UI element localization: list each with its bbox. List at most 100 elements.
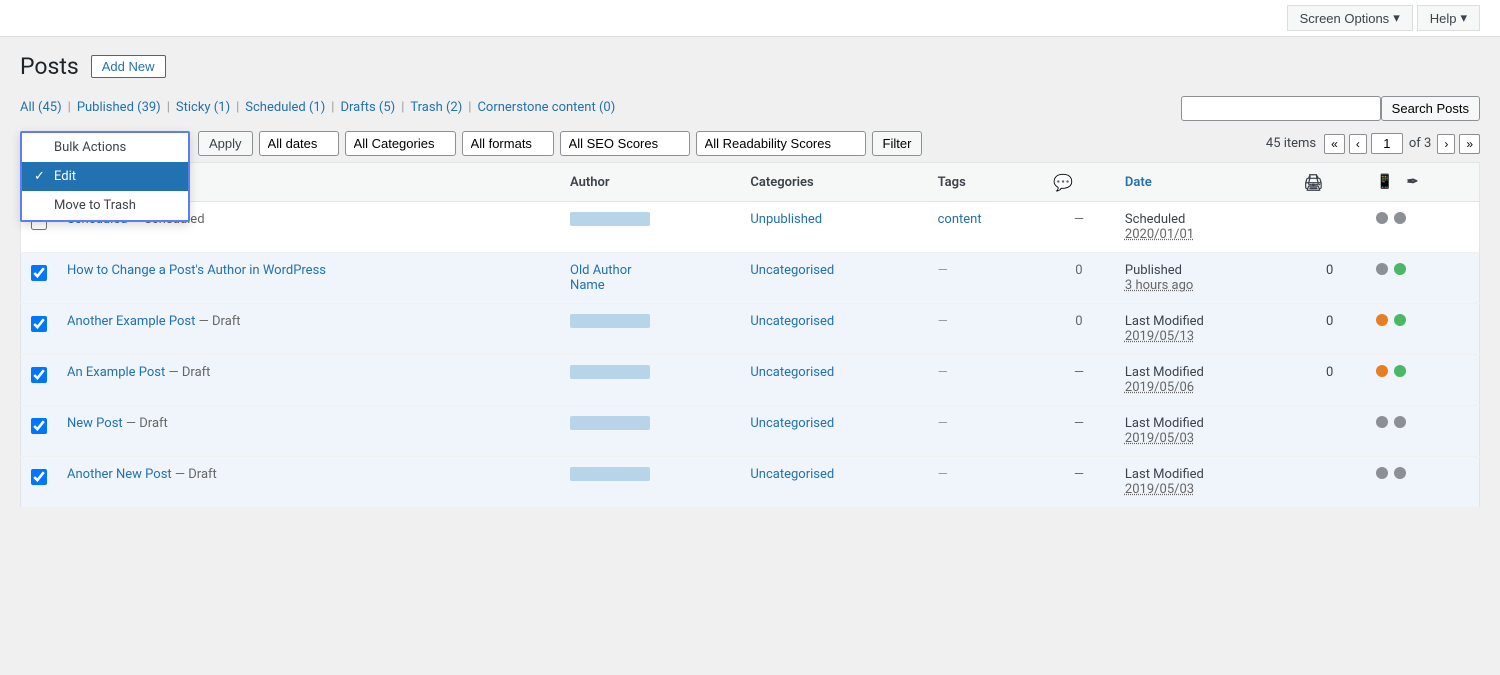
seo-icon: 🖨 bbox=[1303, 173, 1323, 192]
row-score-dots bbox=[1376, 365, 1469, 377]
category-link[interactable]: Uncategorised bbox=[750, 365, 834, 380]
last-page-button[interactable]: » bbox=[1459, 134, 1480, 154]
all-seo-select[interactable]: All SEO Scores bbox=[560, 131, 690, 156]
apply-button[interactable]: Apply bbox=[198, 131, 253, 156]
bulk-actions-option-default[interactable]: Bulk Actions bbox=[22, 133, 188, 162]
tag-link[interactable]: content bbox=[938, 212, 982, 227]
row-date-cell: Last Modified2019/05/03 bbox=[1115, 457, 1293, 508]
row-categories-cell: Uncategorised bbox=[740, 457, 927, 508]
post-title-link[interactable]: How to Change a Post's Author in WordPre… bbox=[67, 263, 326, 278]
readability-score-dot bbox=[1394, 365, 1406, 377]
row-score-dots bbox=[1376, 212, 1469, 224]
prev-page-button[interactable]: ‹ bbox=[1349, 134, 1367, 154]
row-seo-cell bbox=[1293, 406, 1366, 457]
row-comments-cell: — bbox=[1043, 406, 1115, 457]
header-seo-col[interactable]: 🖨 bbox=[1293, 163, 1366, 202]
row-seo-cell: 0 bbox=[1293, 253, 1366, 304]
search-posts-button[interactable]: Search Posts bbox=[1381, 96, 1480, 121]
row-checkbox[interactable] bbox=[31, 265, 47, 281]
readability-score-dot bbox=[1394, 263, 1406, 275]
row-checkbox[interactable] bbox=[31, 418, 47, 434]
category-link[interactable]: Unpublished bbox=[750, 212, 822, 227]
seo-score-dot bbox=[1376, 416, 1388, 428]
row-checkbox[interactable] bbox=[31, 316, 47, 332]
all-categories-select[interactable]: All Categories bbox=[345, 131, 456, 156]
post-title-link[interactable]: New Post bbox=[67, 416, 123, 431]
header-tags-col[interactable]: Tags bbox=[928, 163, 1043, 202]
seo-score-dot bbox=[1376, 314, 1388, 326]
row-author-cell bbox=[560, 202, 740, 253]
filter-button[interactable]: Filter bbox=[872, 131, 923, 156]
tags-dash: — bbox=[938, 314, 948, 329]
row-dots-cell bbox=[1366, 304, 1480, 355]
tags-dash: — bbox=[938, 416, 948, 431]
header-author-col[interactable]: Author bbox=[560, 163, 740, 202]
row-date-cell: Last Modified2019/05/03 bbox=[1115, 406, 1293, 457]
seo-score-dot bbox=[1376, 263, 1388, 275]
category-link[interactable]: Uncategorised bbox=[750, 467, 834, 482]
first-page-button[interactable]: « bbox=[1324, 134, 1345, 154]
header-readability-col[interactable]: 📱 ✒ bbox=[1366, 163, 1480, 202]
row-categories-cell: Uncategorised bbox=[740, 253, 927, 304]
table-row: How to Change a Post's Author in WordPre… bbox=[21, 253, 1480, 304]
add-new-button[interactable]: Add New bbox=[91, 55, 166, 78]
row-seo-cell: 0 bbox=[1293, 355, 1366, 406]
category-link[interactable]: Uncategorised bbox=[750, 416, 834, 431]
nav-trash[interactable]: Trash (2) bbox=[410, 100, 462, 115]
nav-drafts[interactable]: Drafts (5) bbox=[340, 100, 395, 115]
search-posts-input[interactable] bbox=[1181, 96, 1381, 121]
bulk-actions-menu: Bulk Actions ✓ Edit Move to Trash bbox=[20, 131, 190, 222]
tags-dash: — bbox=[938, 365, 948, 380]
row-title-cell: New Post — Draft bbox=[57, 406, 560, 457]
row-tags-cell: — bbox=[928, 304, 1043, 355]
row-author-cell bbox=[560, 406, 740, 457]
row-comments-cell: — bbox=[1043, 355, 1115, 406]
bulk-actions-option-edit[interactable]: ✓ Edit bbox=[22, 162, 188, 191]
row-checkbox[interactable] bbox=[31, 367, 47, 383]
row-score-dots bbox=[1376, 263, 1469, 275]
date-value: 2020/01/01 bbox=[1125, 227, 1194, 242]
all-readability-select[interactable]: All Readability Scores bbox=[696, 131, 866, 156]
date-value: 2019/05/03 bbox=[1125, 482, 1194, 497]
help-button[interactable]: Help ▾ bbox=[1417, 5, 1480, 31]
all-formats-select[interactable]: All formats bbox=[462, 131, 554, 156]
seo-score-dot bbox=[1376, 365, 1388, 377]
header-categories-col[interactable]: Categories bbox=[740, 163, 927, 202]
nav-scheduled[interactable]: Scheduled (1) bbox=[245, 100, 325, 115]
post-title-link[interactable]: An Example Post bbox=[67, 365, 165, 380]
row-title-cell: Another New Post — Draft bbox=[57, 457, 560, 508]
row-date-cell: Scheduled2020/01/01 bbox=[1115, 202, 1293, 253]
row-score-dots bbox=[1376, 467, 1469, 479]
post-title-link[interactable]: Another New Post bbox=[67, 467, 172, 482]
nav-published[interactable]: Published (39) bbox=[77, 100, 161, 115]
row-checkbox-cell bbox=[21, 355, 58, 406]
date-label: Last Modified bbox=[1125, 365, 1204, 380]
bulk-actions-option-trash[interactable]: Move to Trash bbox=[22, 191, 188, 220]
date-value: 2019/05/13 bbox=[1125, 329, 1194, 344]
nav-cornerstone[interactable]: Cornerstone content (0) bbox=[477, 100, 615, 115]
category-link[interactable]: Uncategorised bbox=[750, 263, 834, 278]
subsubsub-row: All (45) | Published (39) | Sticky (1) |… bbox=[20, 96, 1480, 127]
row-comments-cell: — bbox=[1043, 457, 1115, 508]
row-categories-cell: Uncategorised bbox=[740, 355, 927, 406]
nav-all[interactable]: All (45) bbox=[20, 100, 62, 115]
author-blurred bbox=[570, 467, 650, 481]
header-comments-col[interactable]: 💬 bbox=[1043, 163, 1115, 202]
nav-sticky[interactable]: Sticky (1) bbox=[176, 100, 230, 115]
post-title-link[interactable]: Another Example Post bbox=[67, 314, 195, 329]
row-author-cell bbox=[560, 355, 740, 406]
next-page-button[interactable]: › bbox=[1437, 134, 1455, 154]
all-dates-select[interactable]: All dates bbox=[259, 131, 339, 156]
row-author-cell bbox=[560, 304, 740, 355]
author-link-2[interactable]: Name bbox=[570, 278, 730, 293]
readability-icon: 📱 bbox=[1376, 174, 1393, 190]
items-count: 45 items bbox=[1266, 136, 1316, 151]
header-date-col[interactable]: Date bbox=[1115, 163, 1293, 202]
row-checkbox[interactable] bbox=[31, 469, 47, 485]
row-title-cell: How to Change a Post's Author in WordPre… bbox=[57, 253, 560, 304]
row-comments-cell: — bbox=[1043, 202, 1115, 253]
screen-options-button[interactable]: Screen Options ▾ bbox=[1287, 5, 1413, 31]
author-link[interactable]: Old Author bbox=[570, 263, 730, 278]
category-link[interactable]: Uncategorised bbox=[750, 314, 834, 329]
current-page-input[interactable] bbox=[1371, 133, 1403, 154]
